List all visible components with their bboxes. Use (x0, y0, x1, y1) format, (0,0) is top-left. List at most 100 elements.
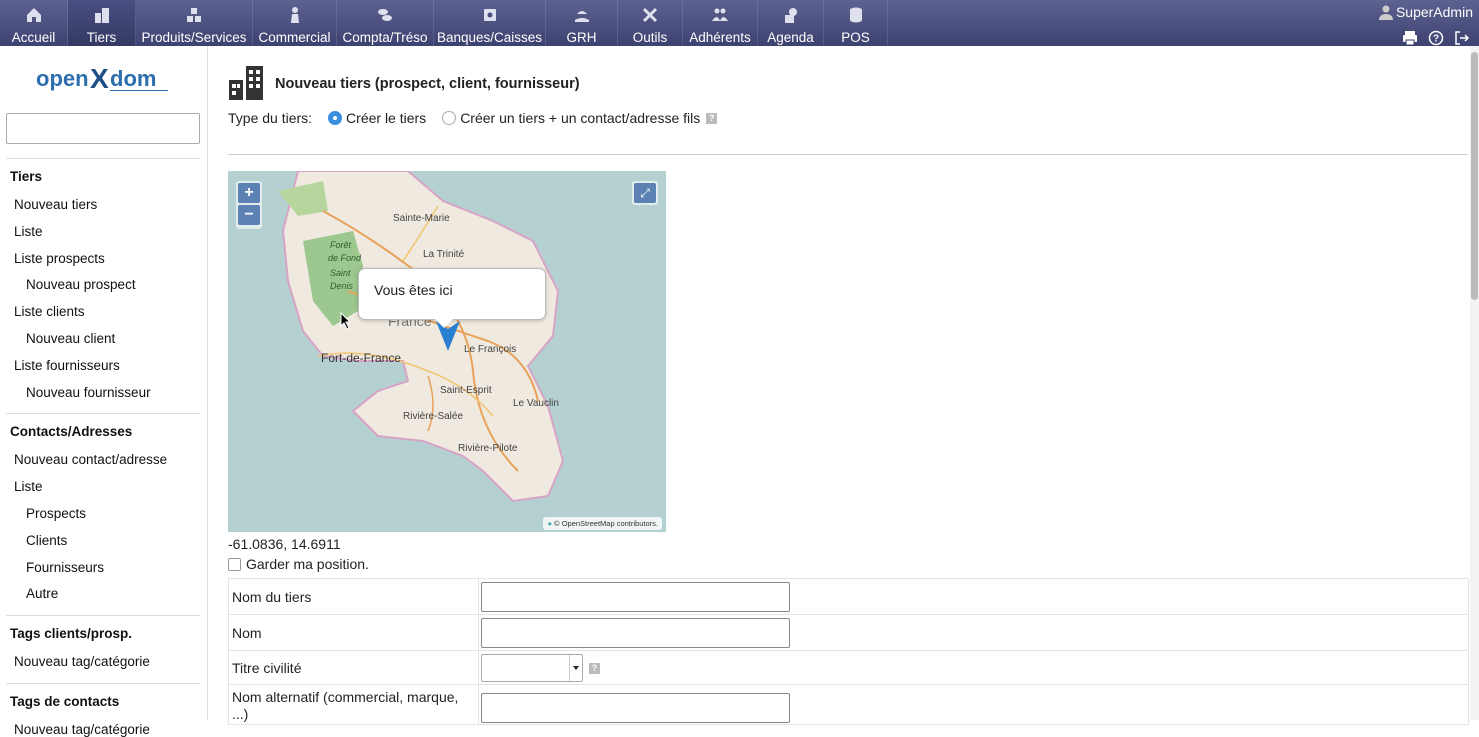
divider (228, 154, 1468, 155)
menu-item-produits-services[interactable]: Produits/Services (136, 0, 253, 46)
svg-text:Rivière-Salée: Rivière-Salée (403, 411, 463, 422)
sidebar-link[interactable]: Nouveau fournisseur (26, 385, 151, 400)
help-icon[interactable]: ? (706, 112, 718, 124)
sidebar-link[interactable]: Liste prospects (14, 251, 105, 266)
safe-icon (481, 6, 499, 24)
help-icon[interactable]: ? (1427, 30, 1445, 46)
zoom-in-button[interactable]: + (238, 183, 260, 203)
sidebar-link[interactable]: Nouveau prospect (26, 277, 136, 292)
svg-text:Le François: Le François (464, 344, 516, 355)
menu-item-label: Produits/Services (141, 30, 247, 45)
fullscreen-button[interactable]: ⤢ (632, 181, 658, 205)
svg-text:Denis: Denis (330, 281, 354, 291)
sidebar-link[interactable]: Autre (26, 586, 58, 601)
menu-item-label: Outils (632, 30, 668, 45)
menu-item-outils[interactable]: Outils (618, 0, 683, 46)
help-icon[interactable]: ? (589, 663, 600, 675)
sidebar-link[interactable]: Liste clients (14, 304, 85, 319)
menu-item-label: Commercial (258, 30, 331, 45)
svg-text:dom: dom (110, 66, 156, 91)
left-sidebar: open X dom Tiers Nouveau tiers Liste Liste … (0, 46, 208, 737)
sidebar-divider (6, 683, 200, 684)
field-label-titre-civilite: Titre civilité (228, 650, 479, 685)
print-icon[interactable] (1401, 30, 1419, 46)
sidebar-link[interactable]: Nouveau tag/catégorie (14, 722, 150, 737)
main-menu: Accueil Tiers Produits/Services Commercial C… (0, 0, 888, 46)
svg-text:Sainte-Marie: Sainte-Marie (393, 213, 450, 224)
titre-civilite-select[interactable] (481, 653, 583, 682)
sidebar-section-title[interactable]: Tags clients/prosp. (10, 626, 132, 641)
map-popup: Vous êtes ici (358, 268, 546, 328)
top-menu-bar: Accueil Tiers Produits/Services Commercial C… (0, 0, 1479, 46)
zoom-out-button[interactable]: − (238, 205, 260, 225)
sidebar-link[interactable]: Nouveau client (26, 331, 115, 346)
tiers-form: Nom du tiers Nom Titre civilité ? Nom al… (228, 578, 1469, 725)
sidebar-link[interactable]: Nouveau tag/catégorie (14, 654, 150, 669)
menu-item-tiers[interactable]: Tiers (68, 0, 136, 46)
menu-item-adh-rents[interactable]: Adhérents (683, 0, 758, 46)
sidebar-link[interactable]: Clients (26, 533, 67, 548)
sidebar-section-title[interactable]: Tags de contacts (10, 694, 119, 709)
sidebar-link[interactable]: Liste (14, 224, 43, 239)
menu-item-grh[interactable]: GRH (546, 0, 618, 46)
sidebar-divider (6, 615, 200, 617)
keep-position-row: Garder ma position. (228, 556, 369, 572)
menu-item-commercial[interactable]: Commercial (253, 0, 337, 46)
person-icon (286, 6, 304, 24)
home-icon (25, 6, 43, 24)
sidebar-link[interactable]: Prospects (26, 506, 86, 521)
radio-create-tiers[interactable] (328, 111, 343, 125)
menu-item-accueil[interactable]: Accueil (0, 0, 68, 46)
type-label: Type du tiers: (228, 110, 313, 126)
sidebar-link[interactable]: Nouveau contact/adresse (14, 452, 167, 467)
zoom-controls: + − (236, 181, 262, 229)
osm-icon: ● (547, 519, 552, 528)
radio-create-tiers-contact-label[interactable]: Créer un tiers + un contact/adresse fils (460, 110, 700, 126)
radio-create-tiers-contact[interactable] (442, 111, 457, 125)
menu-item-pos[interactable]: POS (824, 0, 888, 46)
menu-item-label: Tiers (86, 30, 117, 45)
field-label-nom: Nom (228, 614, 479, 651)
sidebar-link[interactable]: Nouveau tiers (14, 197, 97, 212)
beach-icon (573, 6, 591, 24)
keep-position-checkbox[interactable] (228, 557, 241, 571)
sidebar-section-title[interactable]: Tiers (10, 169, 42, 184)
sidebar-link[interactable]: Liste fournisseurs (14, 358, 120, 373)
nom-tiers-input[interactable] (481, 581, 790, 612)
nom-alternatif-input[interactable] (481, 693, 790, 723)
building-icon (93, 6, 111, 24)
svg-text:open: open (36, 66, 89, 91)
keep-position-label[interactable]: Garder ma position. (246, 556, 369, 572)
menu-item-label: POS (841, 30, 870, 45)
map-tiles[interactable]: Sainte-Marie La Trinité Forêt de Fond Sa… (228, 171, 666, 532)
menu-item-agenda[interactable]: Agenda (758, 0, 824, 46)
menu-item-label: Agenda (767, 30, 814, 45)
sidebar-link[interactable]: Fournisseurs (26, 560, 104, 575)
nom-input[interactable] (481, 617, 790, 648)
menu-item-banques-caisses[interactable]: Banques/Caisses (434, 0, 546, 46)
svg-text:?: ? (1433, 34, 1439, 45)
sidebar-search-input[interactable] (6, 113, 200, 144)
mouse-cursor-icon (340, 312, 352, 330)
svg-text:de Fond: de Fond (328, 253, 362, 263)
menu-item-label: Compta/Tréso (342, 30, 428, 45)
map-attribution: ● © OpenStreetMap contributors. (543, 517, 662, 530)
logout-icon[interactable] (1453, 30, 1471, 46)
svg-text:X: X (90, 64, 109, 94)
main-content: Nouveau tiers (prospect, client, fournis… (208, 46, 1470, 725)
sidebar-section-title[interactable]: Contacts/Adresses (10, 424, 132, 439)
scrollbar-thumb[interactable] (1471, 52, 1478, 300)
svg-text:Forêt: Forêt (330, 240, 352, 250)
svg-text:Fort-de-France: Fort-de-France (321, 351, 401, 365)
user-menu[interactable]: SuperAdmin (1378, 4, 1473, 20)
radio-create-tiers-label[interactable]: Créer le tiers (346, 110, 426, 126)
group-icon (711, 6, 729, 24)
page-scrollbar[interactable] (1470, 46, 1479, 720)
menu-item-compta-tr-so[interactable]: Compta/Tréso (337, 0, 434, 46)
map-attribution-text: © OpenStreetMap contributors. (554, 519, 658, 528)
boxes-icon (185, 6, 203, 24)
agenda-icon (782, 6, 800, 24)
location-map[interactable]: Sainte-Marie La Trinité Forêt de Fond Sa… (228, 171, 666, 532)
database-icon (847, 6, 865, 24)
sidebar-link[interactable]: Liste (14, 479, 43, 494)
